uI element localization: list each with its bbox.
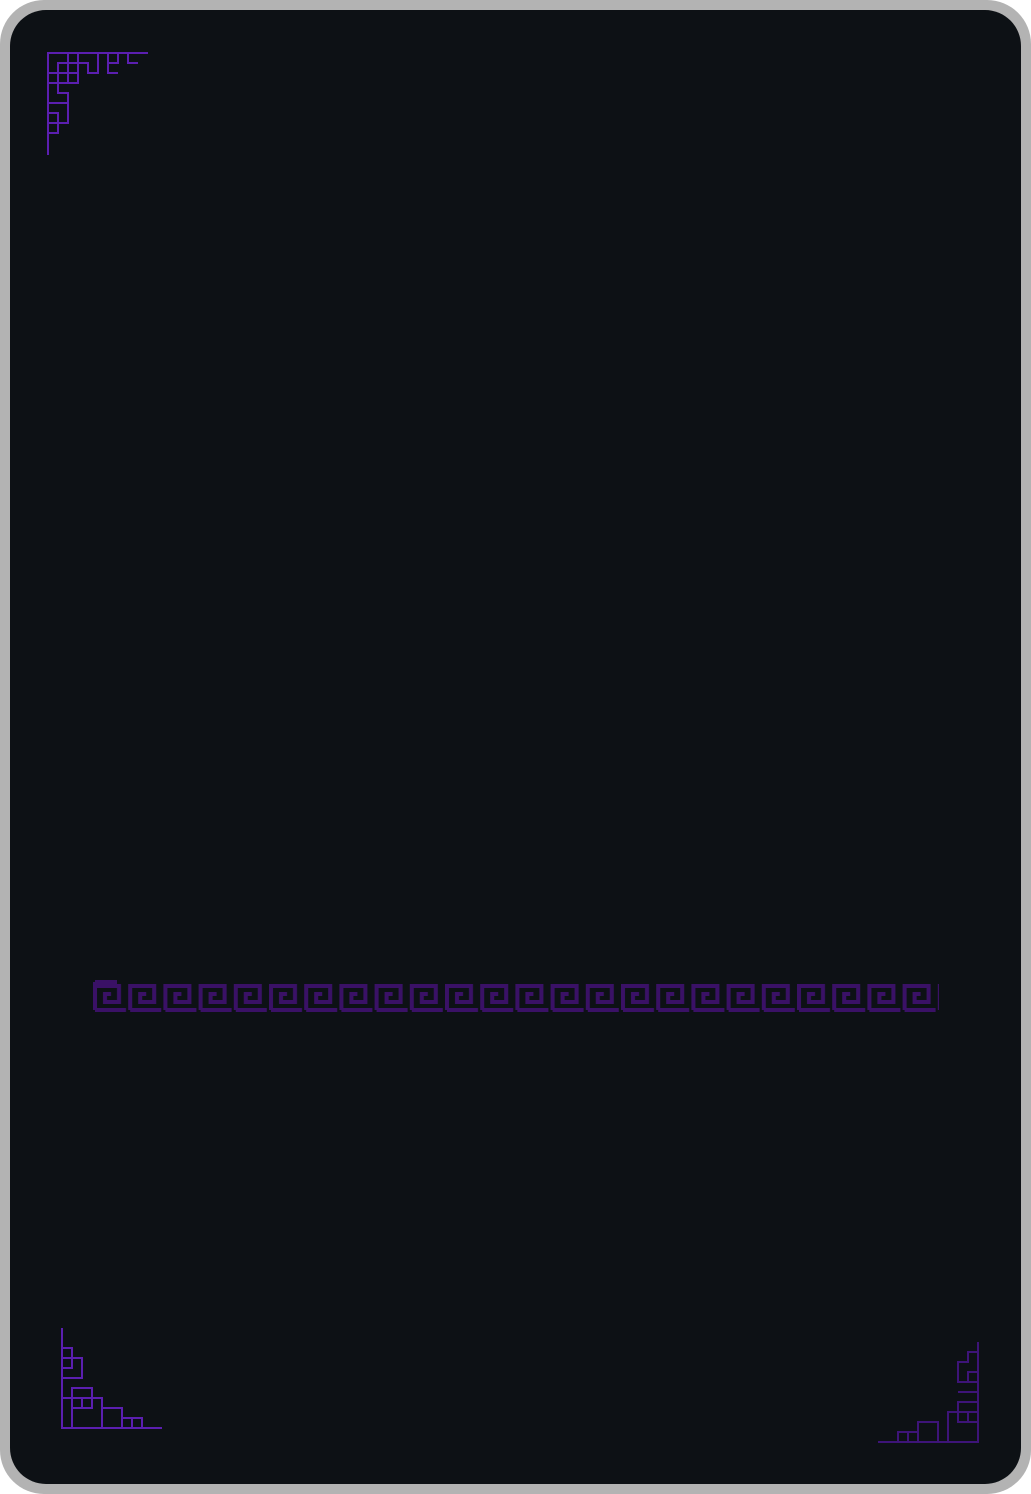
card-frame <box>0 0 1031 1494</box>
corner-ornament-bottom-right-icon <box>878 1342 979 1443</box>
card-face <box>10 10 1021 1484</box>
corner-ornament-top-left-icon <box>47 52 148 155</box>
meander-band-icon <box>93 980 939 1012</box>
corner-ornament-bottom-left-icon <box>61 1328 162 1429</box>
